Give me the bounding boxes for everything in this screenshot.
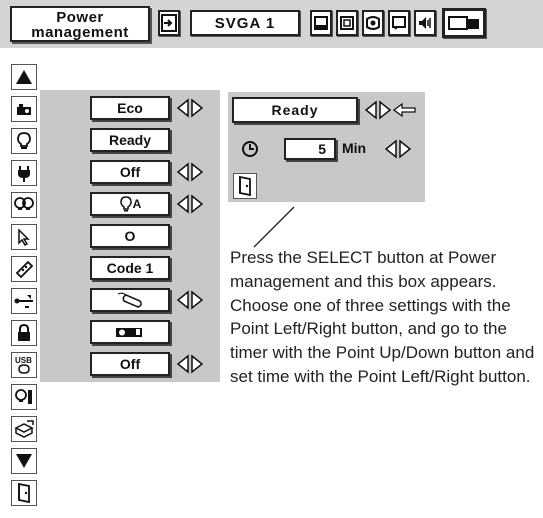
instruction-caption: Press the SELECT button at Power managem… <box>230 248 535 386</box>
power-management-field[interactable]: Ready <box>90 128 170 152</box>
timer-value: 5 <box>318 141 326 157</box>
timer-icon <box>242 141 258 157</box>
power-plug-icon[interactable] <box>11 160 37 186</box>
popup-mode-value: Ready <box>271 102 319 118</box>
left-right-arrows-icon[interactable] <box>176 194 204 214</box>
pointer-icon[interactable] <box>11 224 37 250</box>
filter-icon[interactable] <box>11 416 37 442</box>
image-mode-field[interactable]: Eco <box>90 96 170 120</box>
on-start-value: Off <box>119 164 141 180</box>
input-source-display: SVGA 1 <box>190 10 300 36</box>
pointer-field[interactable]: O <box>90 224 170 248</box>
timer-value-field[interactable]: 5 <box>284 138 336 160</box>
lamp-mode-field[interactable]: A <box>90 192 170 216</box>
usb-field[interactable]: Off <box>90 352 170 376</box>
mouse-icon <box>117 292 142 308</box>
popup-mode-field[interactable]: Ready <box>232 97 358 123</box>
svg-text:USB: USB <box>15 356 32 365</box>
remote-control-value: Code 1 <box>106 260 154 276</box>
callout-line <box>253 206 295 248</box>
input-source-label: SVGA 1 <box>214 14 276 32</box>
projector-icon <box>116 328 142 337</box>
lock-icon[interactable] <box>11 320 37 346</box>
left-right-arrows-icon[interactable] <box>176 354 204 374</box>
left-right-arrows-icon[interactable] <box>364 100 392 120</box>
left-arrow-indicator-icon <box>393 102 416 118</box>
screen-icon[interactable] <box>336 10 358 36</box>
menu-title-line1: Power <box>56 9 104 26</box>
left-right-arrows-icon[interactable] <box>176 162 204 182</box>
network-icon[interactable] <box>11 288 37 314</box>
scroll-down-arrow-icon[interactable] <box>11 448 37 474</box>
security-field[interactable] <box>90 320 170 344</box>
image-icon[interactable] <box>362 10 384 36</box>
pointer-value: O <box>124 228 136 244</box>
menu-title-line2: management <box>31 24 129 41</box>
image-mode-value: Eco <box>117 100 143 116</box>
remote-code-icon[interactable] <box>11 256 37 282</box>
small-lamp-icon <box>119 196 132 212</box>
lamp-icon[interactable] <box>11 128 37 154</box>
left-right-arrows-icon[interactable] <box>176 98 204 118</box>
pc-adjust-icon[interactable] <box>310 10 332 36</box>
popup-exit-door-icon[interactable] <box>233 173 257 199</box>
setting-icon[interactable] <box>388 10 410 36</box>
power-management-value: Ready <box>108 132 152 148</box>
lamp-mode-icon[interactable] <box>11 192 37 218</box>
lamp-mode-value: A <box>132 197 142 211</box>
remote-control-field[interactable]: Code 1 <box>90 256 170 280</box>
image-adjust-icon[interactable] <box>11 96 37 122</box>
exit-door-icon[interactable] <box>11 480 37 506</box>
left-right-arrows-icon[interactable] <box>176 290 204 310</box>
usb-value: Off <box>119 356 141 372</box>
scroll-up-arrow-icon[interactable] <box>11 64 37 90</box>
power-management-tab[interactable] <box>442 8 486 38</box>
usb-icon[interactable]: USB <box>11 352 37 378</box>
on-start-field[interactable]: Off <box>90 160 170 184</box>
lamp-counter-icon[interactable] <box>11 384 37 410</box>
sound-icon[interactable] <box>414 10 436 36</box>
network-field[interactable] <box>90 288 170 312</box>
left-right-arrows-icon[interactable] <box>384 139 412 159</box>
menu-title: Power management <box>10 6 150 42</box>
timer-unit-label: Min <box>342 140 367 156</box>
input-icon[interactable] <box>158 10 180 36</box>
